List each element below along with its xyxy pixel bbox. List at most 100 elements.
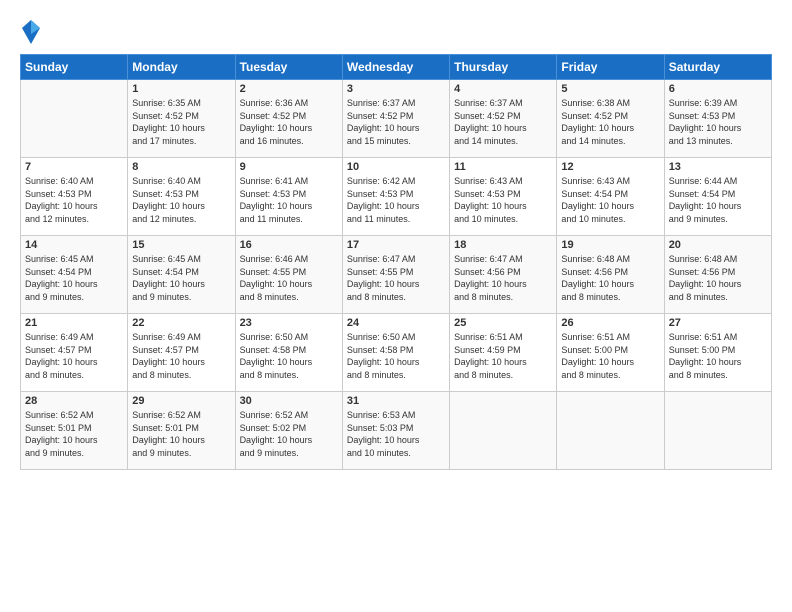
day-number: 17 xyxy=(347,239,445,251)
day-info: Sunrise: 6:52 AM Sunset: 5:01 PM Dayligh… xyxy=(132,409,230,459)
header-thursday: Thursday xyxy=(450,55,557,80)
day-info: Sunrise: 6:46 AM Sunset: 4:55 PM Dayligh… xyxy=(240,253,338,303)
day-info: Sunrise: 6:52 AM Sunset: 5:01 PM Dayligh… xyxy=(25,409,123,459)
day-info: Sunrise: 6:49 AM Sunset: 4:57 PM Dayligh… xyxy=(25,331,123,381)
day-number: 26 xyxy=(561,317,659,329)
day-info: Sunrise: 6:40 AM Sunset: 4:53 PM Dayligh… xyxy=(132,175,230,225)
day-info: Sunrise: 6:40 AM Sunset: 4:53 PM Dayligh… xyxy=(25,175,123,225)
day-info: Sunrise: 6:50 AM Sunset: 4:58 PM Dayligh… xyxy=(240,331,338,381)
header-monday: Monday xyxy=(128,55,235,80)
day-info: Sunrise: 6:39 AM Sunset: 4:53 PM Dayligh… xyxy=(669,97,767,147)
day-number: 23 xyxy=(240,317,338,329)
day-info: Sunrise: 6:51 AM Sunset: 5:00 PM Dayligh… xyxy=(561,331,659,381)
calendar-table: SundayMondayTuesdayWednesdayThursdayFrid… xyxy=(20,54,772,470)
day-number: 14 xyxy=(25,239,123,251)
calendar-page: SundayMondayTuesdayWednesdayThursdayFrid… xyxy=(0,0,792,612)
day-cell: 29 Sunrise: 6:52 AM Sunset: 5:01 PM Dayli… xyxy=(128,392,235,470)
day-number: 11 xyxy=(454,161,552,173)
day-cell: 15Sunrise: 6:45 AM Sunset: 4:54 PM Dayli… xyxy=(128,236,235,314)
day-number: 4 xyxy=(454,83,552,95)
day-cell: 28 Sunrise: 6:52 AM Sunset: 5:01 PM Dayli… xyxy=(21,392,128,470)
day-cell: 12 Sunrise: 6:43 AM Sunset: 4:54 PM Dayli… xyxy=(557,158,664,236)
day-info: Sunrise: 6:41 AM Sunset: 4:53 PM Dayligh… xyxy=(240,175,338,225)
day-cell xyxy=(557,392,664,470)
header-saturday: Saturday xyxy=(664,55,771,80)
day-info: Sunrise: 6:37 AM Sunset: 4:52 PM Dayligh… xyxy=(347,97,445,147)
day-number: 25 xyxy=(454,317,552,329)
day-number: 9 xyxy=(240,161,338,173)
header-friday: Friday xyxy=(557,55,664,80)
day-info: Sunrise: 6:35 AM Sunset: 4:52 PM Dayligh… xyxy=(132,97,230,147)
day-info: Sunrise: 6:47 AM Sunset: 4:55 PM Dayligh… xyxy=(347,253,445,303)
header-tuesday: Tuesday xyxy=(235,55,342,80)
day-number: 22 xyxy=(132,317,230,329)
day-number: 1 xyxy=(132,83,230,95)
day-number: 16 xyxy=(240,239,338,251)
day-cell: 9 Sunrise: 6:41 AM Sunset: 4:53 PM Daylig… xyxy=(235,158,342,236)
day-number: 29 xyxy=(132,395,230,407)
day-info: Sunrise: 6:37 AM Sunset: 4:52 PM Dayligh… xyxy=(454,97,552,147)
day-number: 2 xyxy=(240,83,338,95)
day-number: 24 xyxy=(347,317,445,329)
day-cell: 2Sunrise: 6:36 AM Sunset: 4:52 PM Daylig… xyxy=(235,80,342,158)
day-number: 18 xyxy=(454,239,552,251)
header-sunday: Sunday xyxy=(21,55,128,80)
header-row: SundayMondayTuesdayWednesdayThursdayFrid… xyxy=(21,55,772,80)
day-cell: 4 Sunrise: 6:37 AM Sunset: 4:52 PM Daylig… xyxy=(450,80,557,158)
day-info: Sunrise: 6:48 AM Sunset: 4:56 PM Dayligh… xyxy=(561,253,659,303)
logo xyxy=(20,18,46,46)
day-number: 5 xyxy=(561,83,659,95)
day-info: Sunrise: 6:48 AM Sunset: 4:56 PM Dayligh… xyxy=(669,253,767,303)
day-cell: 3 Sunrise: 6:37 AM Sunset: 4:52 PM Daylig… xyxy=(342,80,449,158)
day-info: Sunrise: 6:44 AM Sunset: 4:54 PM Dayligh… xyxy=(669,175,767,225)
day-cell: 25 Sunrise: 6:51 AM Sunset: 4:59 PM Dayli… xyxy=(450,314,557,392)
day-cell: 1 Sunrise: 6:35 AM Sunset: 4:52 PM Daylig… xyxy=(128,80,235,158)
day-cell: 19 Sunrise: 6:48 AM Sunset: 4:56 PM Dayli… xyxy=(557,236,664,314)
day-number: 21 xyxy=(25,317,123,329)
day-cell: 27Sunrise: 6:51 AM Sunset: 5:00 PM Dayli… xyxy=(664,314,771,392)
day-cell: 22 Sunrise: 6:49 AM Sunset: 4:57 PM Dayli… xyxy=(128,314,235,392)
day-info: Sunrise: 6:43 AM Sunset: 4:54 PM Dayligh… xyxy=(561,175,659,225)
day-cell: 13 Sunrise: 6:44 AM Sunset: 4:54 PM Dayli… xyxy=(664,158,771,236)
day-number: 12 xyxy=(561,161,659,173)
day-number: 13 xyxy=(669,161,767,173)
day-number: 3 xyxy=(347,83,445,95)
header xyxy=(20,18,772,46)
day-info: Sunrise: 6:42 AM Sunset: 4:53 PM Dayligh… xyxy=(347,175,445,225)
day-info: Sunrise: 6:43 AM Sunset: 4:53 PM Dayligh… xyxy=(454,175,552,225)
week-row-5: 28 Sunrise: 6:52 AM Sunset: 5:01 PM Dayli… xyxy=(21,392,772,470)
day-number: 15 xyxy=(132,239,230,251)
day-cell: 14 Sunrise: 6:45 AM Sunset: 4:54 PM Dayli… xyxy=(21,236,128,314)
day-cell: 23 Sunrise: 6:50 AM Sunset: 4:58 PM Dayli… xyxy=(235,314,342,392)
week-row-2: 7 Sunrise: 6:40 AM Sunset: 4:53 PM Daylig… xyxy=(21,158,772,236)
day-cell xyxy=(21,80,128,158)
day-cell: 21 Sunrise: 6:49 AM Sunset: 4:57 PM Dayli… xyxy=(21,314,128,392)
day-number: 28 xyxy=(25,395,123,407)
day-number: 19 xyxy=(561,239,659,251)
day-cell: 6 Sunrise: 6:39 AM Sunset: 4:53 PM Daylig… xyxy=(664,80,771,158)
day-info: Sunrise: 6:53 AM Sunset: 5:03 PM Dayligh… xyxy=(347,409,445,459)
day-number: 10 xyxy=(347,161,445,173)
day-cell: 10 Sunrise: 6:42 AM Sunset: 4:53 PM Dayli… xyxy=(342,158,449,236)
week-row-3: 14 Sunrise: 6:45 AM Sunset: 4:54 PM Dayli… xyxy=(21,236,772,314)
day-info: Sunrise: 6:49 AM Sunset: 4:57 PM Dayligh… xyxy=(132,331,230,381)
day-number: 8 xyxy=(132,161,230,173)
day-cell: 17 Sunrise: 6:47 AM Sunset: 4:55 PM Dayli… xyxy=(342,236,449,314)
day-cell: 8 Sunrise: 6:40 AM Sunset: 4:53 PM Daylig… xyxy=(128,158,235,236)
day-info: Sunrise: 6:52 AM Sunset: 5:02 PM Dayligh… xyxy=(240,409,338,459)
day-cell: 11 Sunrise: 6:43 AM Sunset: 4:53 PM Dayli… xyxy=(450,158,557,236)
day-cell: 7 Sunrise: 6:40 AM Sunset: 4:53 PM Daylig… xyxy=(21,158,128,236)
day-cell: 16 Sunrise: 6:46 AM Sunset: 4:55 PM Dayli… xyxy=(235,236,342,314)
day-cell: 30 Sunrise: 6:52 AM Sunset: 5:02 PM Dayli… xyxy=(235,392,342,470)
day-number: 30 xyxy=(240,395,338,407)
week-row-4: 21 Sunrise: 6:49 AM Sunset: 4:57 PM Dayli… xyxy=(21,314,772,392)
day-cell xyxy=(664,392,771,470)
day-info: Sunrise: 6:45 AM Sunset: 4:54 PM Dayligh… xyxy=(25,253,123,303)
day-info: Sunrise: 6:51 AM Sunset: 4:59 PM Dayligh… xyxy=(454,331,552,381)
logo-icon xyxy=(20,18,42,46)
day-number: 6 xyxy=(669,83,767,95)
day-number: 7 xyxy=(25,161,123,173)
day-info: Sunrise: 6:47 AM Sunset: 4:56 PM Dayligh… xyxy=(454,253,552,303)
day-number: 31 xyxy=(347,395,445,407)
day-cell xyxy=(450,392,557,470)
